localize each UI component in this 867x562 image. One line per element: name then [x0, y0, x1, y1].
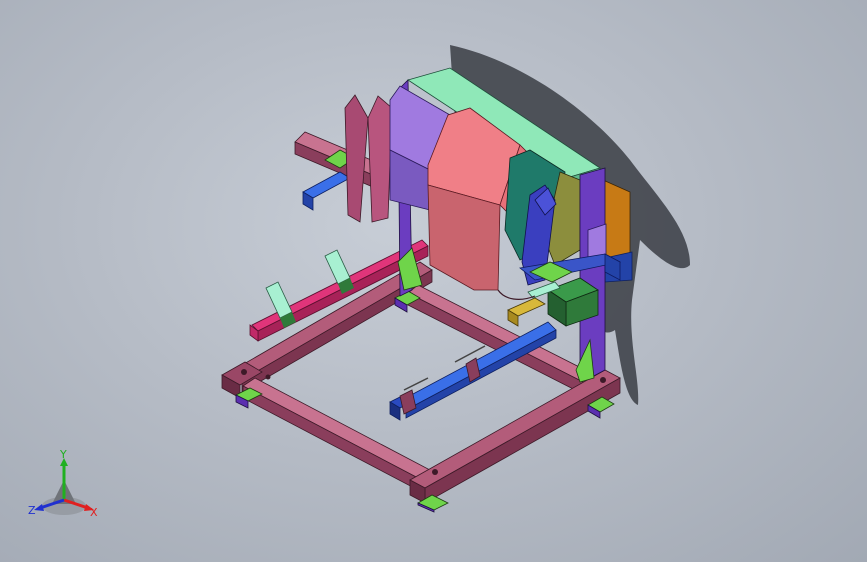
- drum-orange-cap[interactable]: [602, 179, 631, 261]
- triad-y-label: Y: [59, 448, 67, 461]
- bolt-hole: [265, 374, 271, 380]
- axis-triad[interactable]: Y X Z: [22, 448, 112, 538]
- actuator-cylinder-side: [405, 329, 557, 419]
- 3d-model-view[interactable]: [0, 0, 867, 562]
- v-holder-right-wing[interactable]: [367, 95, 393, 223]
- left-arm-blue-block[interactable]: [302, 171, 351, 199]
- triad-x-label: X: [90, 506, 98, 519]
- clamp-plate-right[interactable]: [324, 249, 351, 285]
- triad-z-label: Z: [28, 504, 36, 517]
- bolt-hole: [241, 369, 247, 375]
- bolt-hole: [600, 377, 606, 383]
- clamp-plate-left[interactable]: [265, 281, 293, 319]
- frame-rail-left[interactable]: [242, 377, 431, 479]
- graphics-viewport[interactable]: Y X Z: [0, 0, 867, 562]
- right-upright[interactable]: [579, 167, 606, 379]
- v-holder-left-wing[interactable]: [344, 94, 369, 223]
- frame-rail-front-side: [424, 377, 621, 504]
- bolt-hole: [432, 469, 438, 475]
